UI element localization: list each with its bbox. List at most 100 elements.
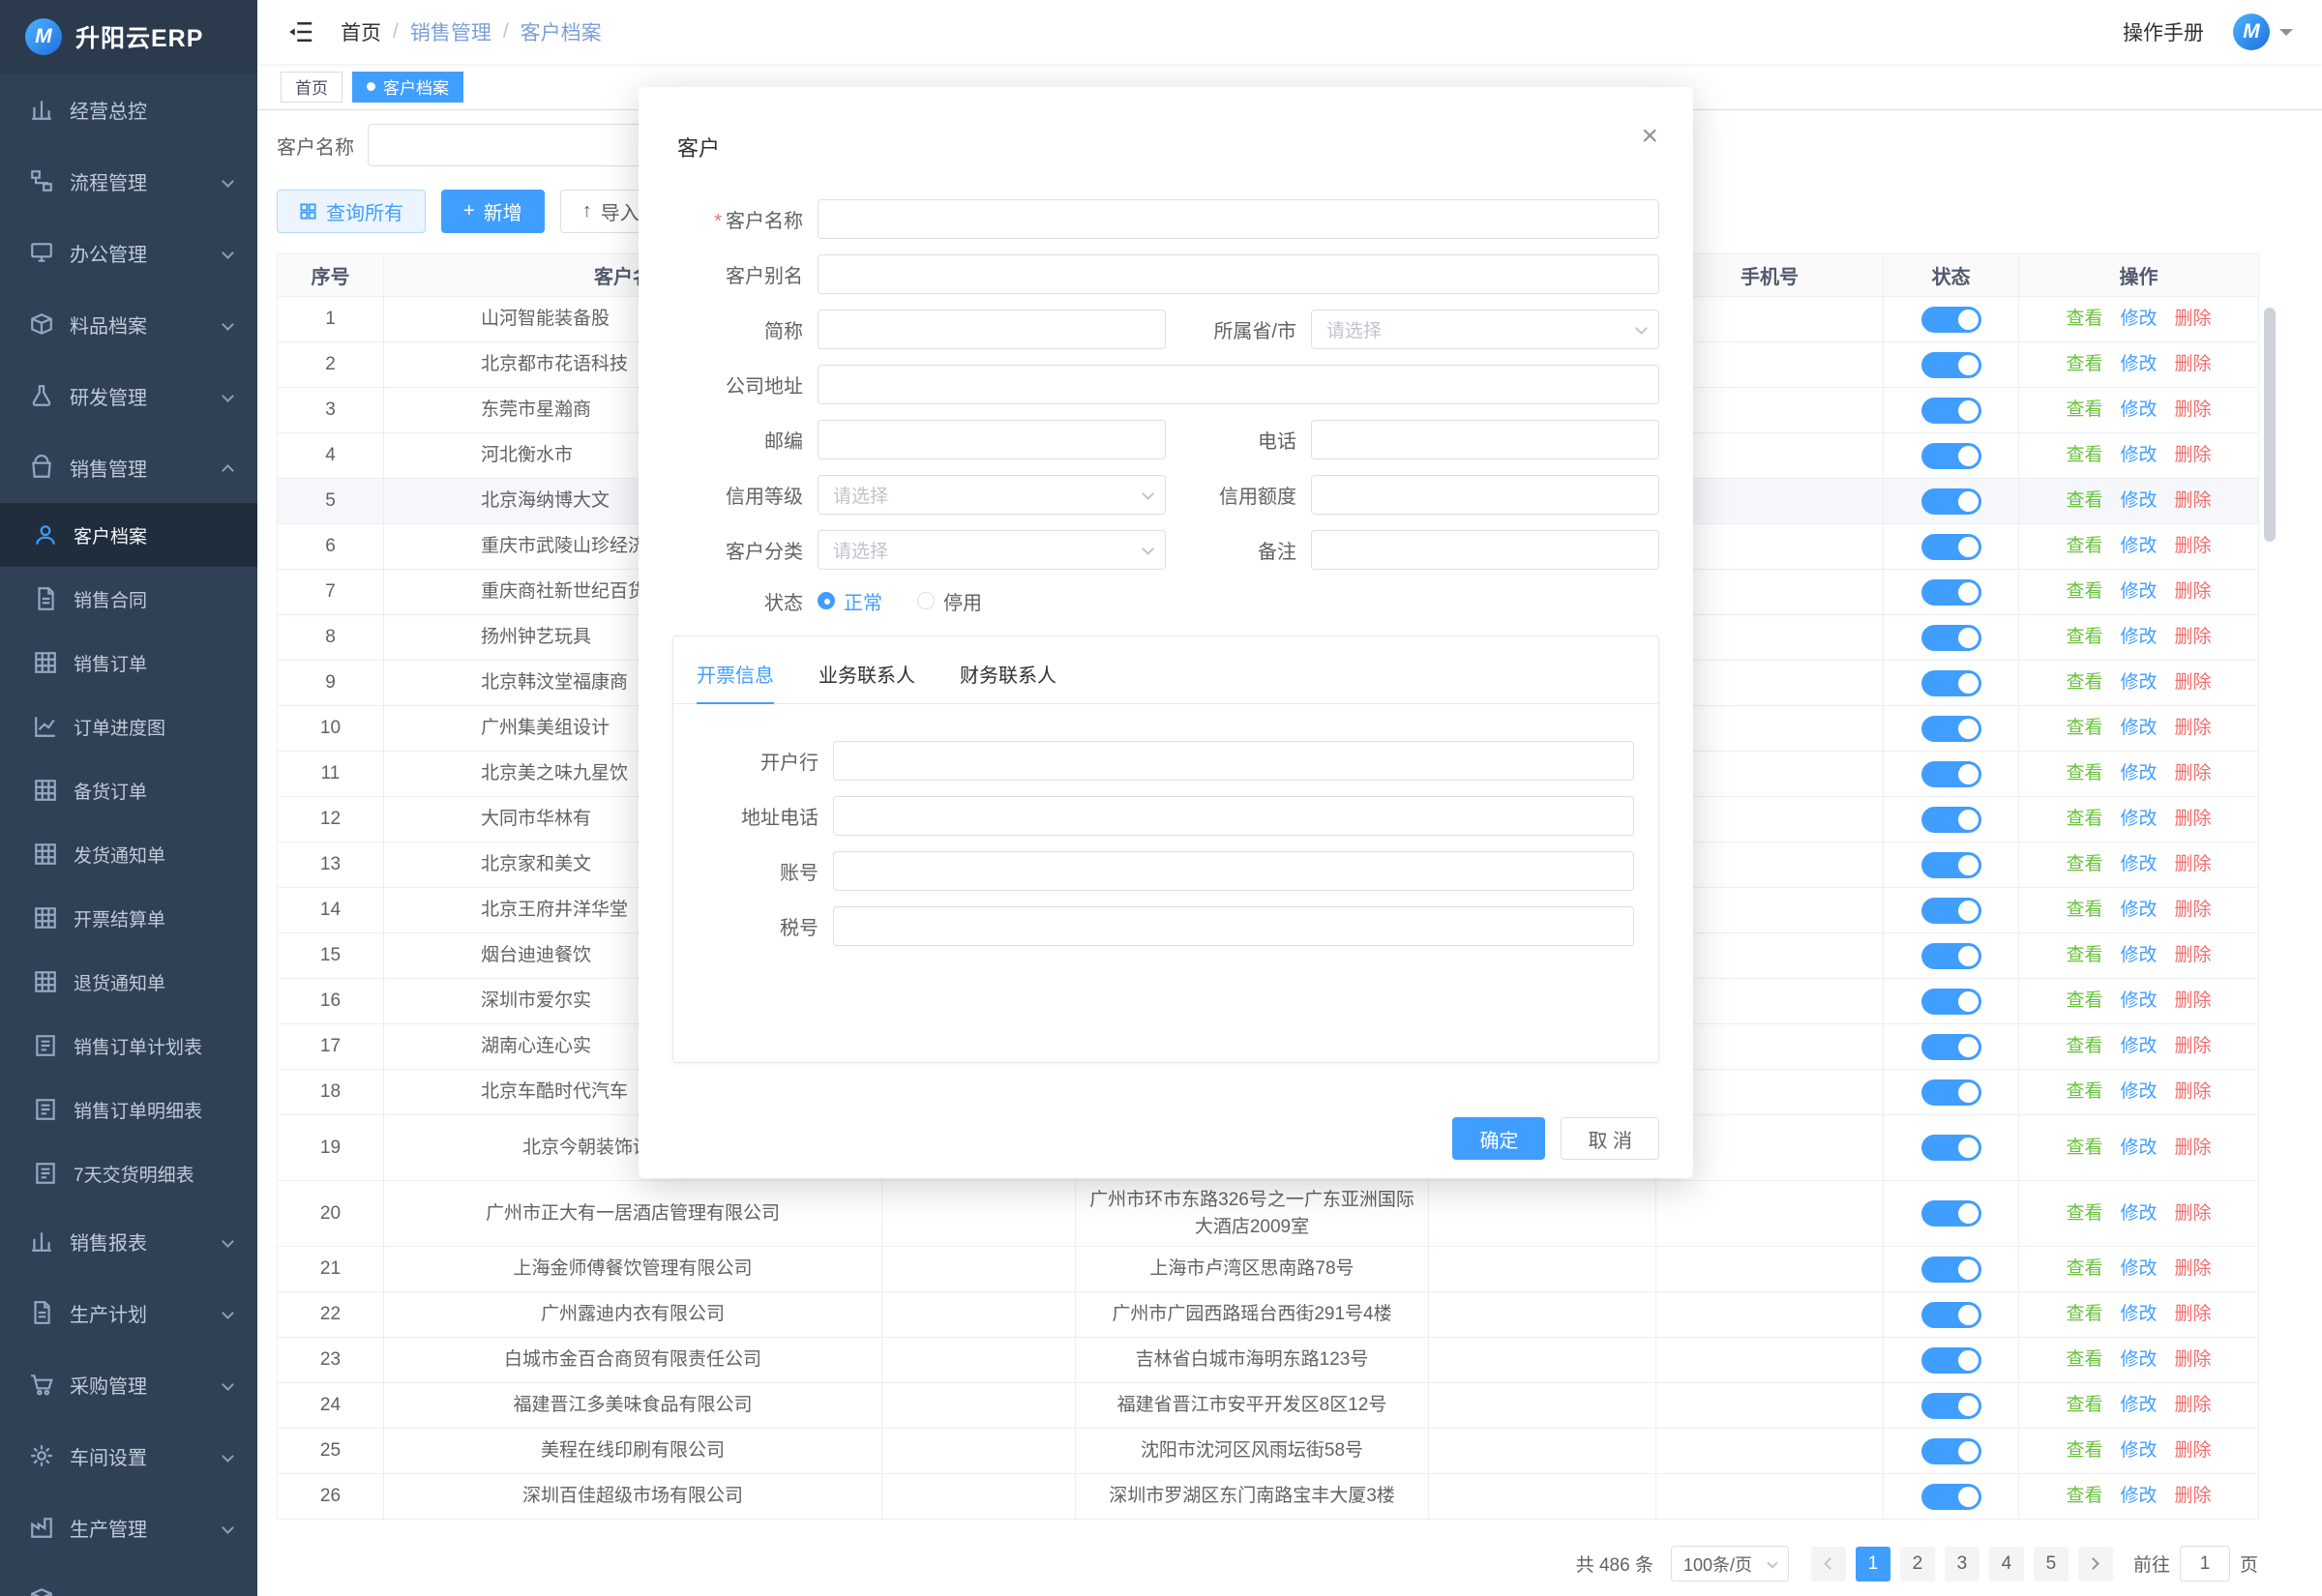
modal-tab[interactable]: 业务联系人 xyxy=(819,660,915,703)
delete-link[interactable]: 删除 xyxy=(2175,718,2212,738)
view-link[interactable]: 查看 xyxy=(2066,1304,2102,1324)
status-toggle[interactable] xyxy=(1921,1438,1981,1464)
edit-link[interactable]: 修改 xyxy=(2120,763,2157,783)
prev-page-button[interactable] xyxy=(1811,1547,1846,1581)
status-toggle[interactable] xyxy=(1921,716,1981,742)
status-toggle[interactable] xyxy=(1921,1256,1981,1283)
next-page-button[interactable] xyxy=(2078,1547,2113,1581)
delete-link[interactable]: 删除 xyxy=(2175,854,2212,874)
sidebar-item[interactable]: 经营总控 xyxy=(0,74,257,145)
view-link[interactable]: 查看 xyxy=(2066,990,2102,1011)
edit-link[interactable]: 修改 xyxy=(2120,718,2157,738)
province-select[interactable]: 请选择 xyxy=(1311,310,1659,349)
close-icon[interactable]: × xyxy=(1641,122,1658,151)
delete-link[interactable]: 删除 xyxy=(2175,490,2212,511)
status-toggle[interactable] xyxy=(1921,1347,1981,1374)
edit-link[interactable]: 修改 xyxy=(2120,900,2157,920)
status-toggle[interactable] xyxy=(1921,352,1981,378)
sidebar-item[interactable]: 流程管理 xyxy=(0,145,257,217)
sidebar-item[interactable]: 7天交货明细表 xyxy=(0,1141,257,1205)
view-link[interactable]: 查看 xyxy=(2066,309,2102,329)
view-link[interactable]: 查看 xyxy=(2066,1258,2102,1279)
edit-link[interactable]: 修改 xyxy=(2120,1203,2157,1224)
remark-input[interactable] xyxy=(1311,530,1659,570)
status-toggle[interactable] xyxy=(1921,534,1981,560)
view-link[interactable]: 查看 xyxy=(2066,1203,2102,1224)
edit-link[interactable]: 修改 xyxy=(2120,354,2157,374)
sidebar-item[interactable]: 开票结算单 xyxy=(0,886,257,950)
breadcrumb-item[interactable]: 首页 xyxy=(341,17,381,46)
breadcrumb-item[interactable]: 客户档案 xyxy=(521,17,602,46)
delete-link[interactable]: 删除 xyxy=(2175,1349,2212,1370)
delete-link[interactable]: 删除 xyxy=(2175,445,2212,465)
sidebar-item[interactable]: 备货订单 xyxy=(0,758,257,822)
edit-link[interactable]: 修改 xyxy=(2120,1486,2157,1506)
delete-link[interactable]: 删除 xyxy=(2175,900,2212,920)
status-toggle[interactable] xyxy=(1921,1302,1981,1328)
edit-link[interactable]: 修改 xyxy=(2120,445,2157,465)
zip-input[interactable] xyxy=(818,420,1166,459)
status-toggle[interactable] xyxy=(1921,1135,1981,1161)
edit-link[interactable]: 修改 xyxy=(2120,1258,2157,1279)
status-toggle[interactable] xyxy=(1921,579,1981,606)
cancel-button[interactable]: 取 消 xyxy=(1561,1117,1659,1160)
delete-link[interactable]: 删除 xyxy=(2175,809,2212,829)
view-link[interactable]: 查看 xyxy=(2066,354,2102,374)
sidebar-item[interactable]: 退货通知单 xyxy=(0,950,257,1014)
sidebar-item[interactable]: 销售合同 xyxy=(0,567,257,631)
sidebar-item[interactable]: 订单进度图 xyxy=(0,695,257,758)
edit-link[interactable]: 修改 xyxy=(2120,672,2157,693)
view-link[interactable]: 查看 xyxy=(2066,536,2102,556)
modal-tab[interactable]: 开票信息 xyxy=(697,660,774,704)
page-button[interactable]: 1 xyxy=(1856,1547,1890,1581)
page-size-select[interactable]: 100条/页 xyxy=(1671,1546,1789,1581)
view-link[interactable]: 查看 xyxy=(2066,763,2102,783)
edit-link[interactable]: 修改 xyxy=(2120,809,2157,829)
credit-limit-input[interactable] xyxy=(1311,475,1659,515)
delete-link[interactable]: 删除 xyxy=(2175,627,2212,647)
edit-link[interactable]: 修改 xyxy=(2120,990,2157,1011)
add-button[interactable]: + 新增 xyxy=(441,190,545,233)
delete-link[interactable]: 删除 xyxy=(2175,309,2212,329)
view-link[interactable]: 查看 xyxy=(2066,490,2102,511)
sidebar-item[interactable]: 办公管理 xyxy=(0,217,257,288)
chevron-down-icon[interactable] xyxy=(2279,29,2293,43)
edit-link[interactable]: 修改 xyxy=(2120,1081,2157,1102)
avatar[interactable]: M xyxy=(2233,14,2270,50)
query-all-button[interactable]: 查询所有 xyxy=(277,190,426,233)
delete-link[interactable]: 删除 xyxy=(2175,763,2212,783)
bank-input[interactable] xyxy=(833,741,1634,781)
view-link[interactable]: 查看 xyxy=(2066,581,2102,602)
view-link[interactable]: 查看 xyxy=(2066,399,2102,420)
view-link[interactable]: 查看 xyxy=(2066,854,2102,874)
tag-item[interactable]: 首页 xyxy=(281,72,342,103)
status-toggle[interactable] xyxy=(1921,307,1981,333)
page-button[interactable]: 4 xyxy=(1989,1547,2024,1581)
customer-name-input[interactable] xyxy=(818,199,1659,239)
sidebar-item[interactable] xyxy=(0,1563,257,1596)
edit-link[interactable]: 修改 xyxy=(2120,1036,2157,1056)
collapse-sidebar-icon[interactable] xyxy=(286,17,315,46)
delete-link[interactable]: 删除 xyxy=(2175,1081,2212,1102)
delete-link[interactable]: 删除 xyxy=(2175,672,2212,693)
edit-link[interactable]: 修改 xyxy=(2120,309,2157,329)
delete-link[interactable]: 删除 xyxy=(2175,1440,2212,1461)
status-radio-normal[interactable]: 正常 xyxy=(818,587,882,615)
edit-link[interactable]: 修改 xyxy=(2120,1440,2157,1461)
page-button[interactable]: 5 xyxy=(2034,1547,2069,1581)
company-address-input[interactable] xyxy=(818,365,1659,404)
view-link[interactable]: 查看 xyxy=(2066,1081,2102,1102)
customer-alias-input[interactable] xyxy=(818,254,1659,294)
view-link[interactable]: 查看 xyxy=(2066,718,2102,738)
edit-link[interactable]: 修改 xyxy=(2120,945,2157,965)
edit-link[interactable]: 修改 xyxy=(2120,536,2157,556)
status-toggle[interactable] xyxy=(1921,1393,1981,1419)
edit-link[interactable]: 修改 xyxy=(2120,1138,2157,1158)
view-link[interactable]: 查看 xyxy=(2066,945,2102,965)
sidebar-item[interactable]: 研发管理 xyxy=(0,360,257,431)
status-toggle[interactable] xyxy=(1921,670,1981,696)
sidebar-item[interactable]: 销售管理 xyxy=(0,431,257,503)
sidebar-item[interactable]: 生产计划 xyxy=(0,1277,257,1348)
delete-link[interactable]: 删除 xyxy=(2175,536,2212,556)
status-toggle[interactable] xyxy=(1921,1034,1981,1060)
